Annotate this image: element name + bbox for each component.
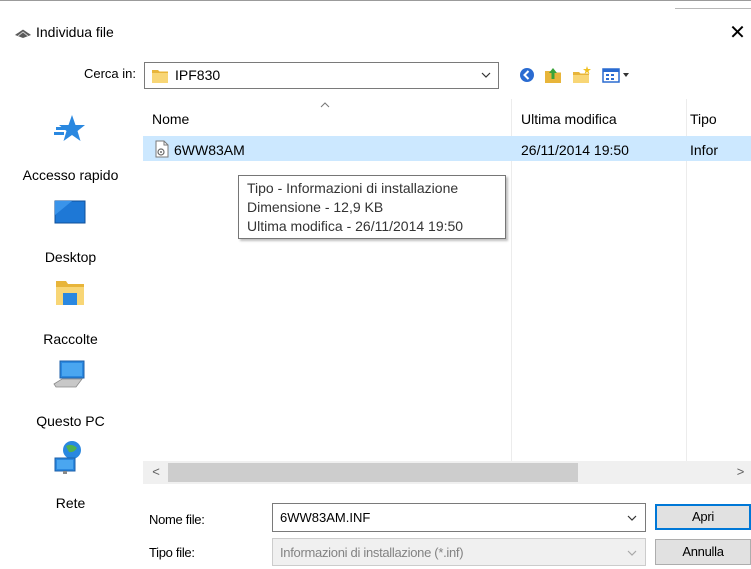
- place-label: Accesso rapido: [22, 167, 119, 183]
- window-title: Individua file: [36, 24, 114, 40]
- tooltip-size: Dimensione - 12,9 KB: [247, 199, 384, 215]
- computer-icon: [53, 360, 85, 388]
- find-file-icon: [15, 28, 31, 38]
- setup-information-file-icon: [155, 140, 169, 158]
- file-type-label: Tipo file:: [149, 545, 195, 560]
- place-label: Raccolte: [43, 331, 98, 347]
- network-icon: [54, 441, 81, 474]
- quick-access-star-icon: [54, 115, 85, 141]
- view-menu-icon[interactable]: [600, 61, 634, 89]
- chevron-down-icon[interactable]: [479, 67, 493, 83]
- file-type-dropdown[interactable]: Informazioni di installazione (*.inf): [272, 538, 646, 566]
- place-label: Desktop: [44, 249, 97, 265]
- libraries-folder-icon: [56, 281, 84, 305]
- scroll-thumb[interactable]: [168, 463, 578, 482]
- back-icon[interactable]: [516, 61, 538, 89]
- scroll-right-button[interactable]: >: [730, 461, 751, 484]
- places-bar: Accesso rapido Desktop Raccolte Questo P…: [0, 99, 141, 512]
- desktop-icon: [54, 200, 86, 224]
- file-name-cell: 6WW83AM: [174, 142, 245, 158]
- tooltip-type: Tipo - Informazioni di installazione: [247, 180, 459, 196]
- file-name-input[interactable]: 6WW83AM.INF: [280, 510, 370, 525]
- place-label: Rete: [55, 495, 86, 511]
- up-folder-icon[interactable]: [542, 61, 564, 89]
- file-type-value: Informazioni di installazione (*.inf): [280, 545, 464, 560]
- new-folder-icon[interactable]: [571, 61, 593, 89]
- cancel-button[interactable]: Annulla: [655, 539, 751, 565]
- close-button[interactable]: ✕: [724, 18, 751, 46]
- column-header-type[interactable]: Tipo: [690, 111, 717, 127]
- place-this-pc[interactable]: Questo PC: [0, 357, 141, 437]
- open-button[interactable]: Apri: [655, 504, 751, 530]
- folder-icon: [152, 70, 168, 83]
- look-in-dropdown[interactable]: IPF830: [144, 62, 499, 89]
- look-in-value: IPF830: [175, 67, 221, 83]
- place-label: Questo PC: [36, 413, 105, 429]
- file-type-cell: Infor: [690, 142, 719, 158]
- chevron-down-icon[interactable]: [625, 510, 639, 526]
- file-tooltip: Tipo - Informazioni di installazione Dim…: [238, 175, 506, 239]
- place-quick-access[interactable]: Accesso rapido: [0, 111, 141, 191]
- place-libraries[interactable]: Raccolte: [0, 275, 141, 355]
- look-in-label: Cerca in:: [83, 66, 136, 81]
- tooltip-modified: Ultima modifica - 26/11/2014 19:50: [247, 218, 464, 234]
- place-network[interactable]: Rete: [0, 439, 141, 519]
- background-window-edge: [675, 0, 751, 9]
- chevron-down-icon[interactable]: [625, 545, 639, 561]
- file-name-label: Nome file:: [149, 512, 205, 527]
- scroll-left-button[interactable]: <: [144, 461, 168, 484]
- column-header-name[interactable]: Nome: [152, 111, 189, 127]
- sort-ascending-icon: [320, 102, 330, 108]
- file-modified-cell: 26/11/2014 19:50: [521, 142, 629, 158]
- column-header-modified[interactable]: Ultima modifica: [521, 111, 617, 127]
- place-desktop[interactable]: Desktop: [0, 193, 141, 273]
- file-name-combobox[interactable]: 6WW83AM.INF: [272, 503, 646, 532]
